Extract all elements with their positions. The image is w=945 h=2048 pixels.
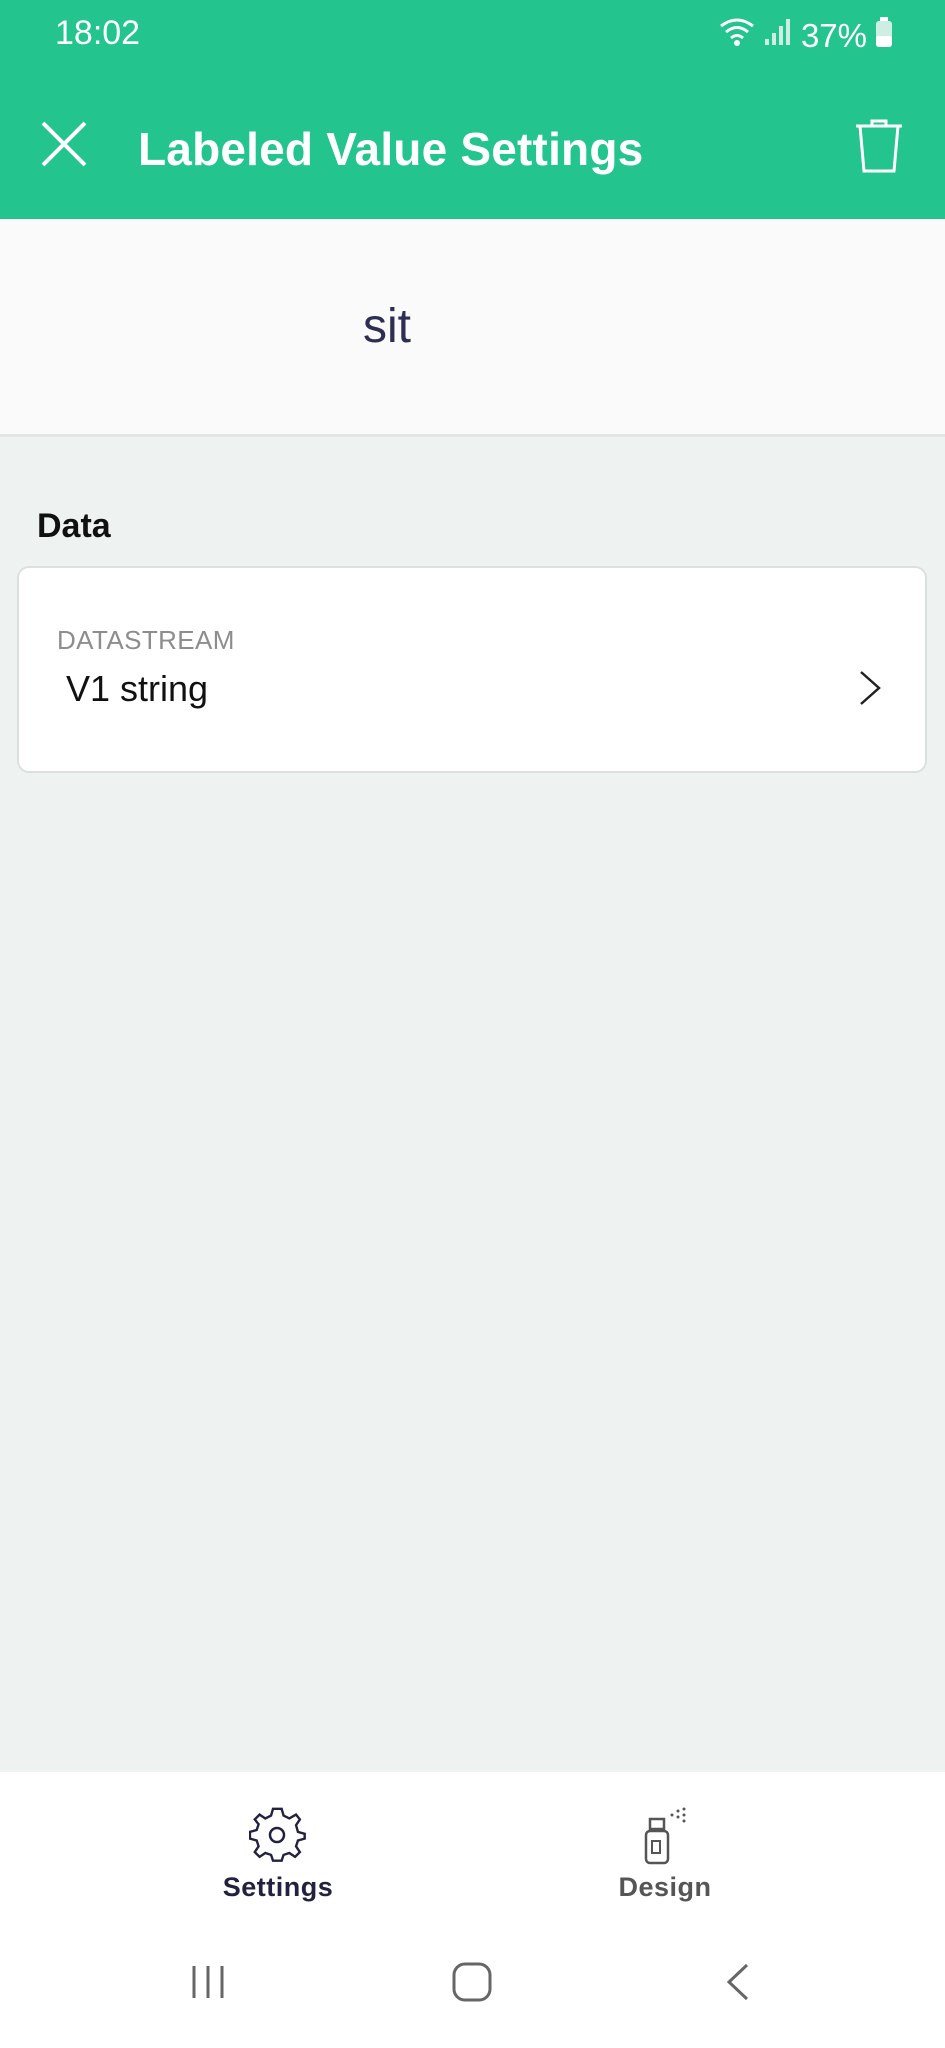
tab-design[interactable]: Design bbox=[565, 1772, 765, 1922]
back-button[interactable] bbox=[718, 1952, 758, 2012]
recent-apps-button[interactable] bbox=[185, 1952, 231, 2012]
home-icon bbox=[452, 1962, 492, 2002]
datastream-selector[interactable]: DATASTREAM V1 string bbox=[17, 566, 927, 773]
recent-apps-icon bbox=[192, 1966, 224, 1998]
datastream-value: V1 string bbox=[66, 668, 209, 709]
status-icons: 37% bbox=[719, 14, 893, 58]
delete-button[interactable] bbox=[851, 116, 907, 176]
spray-can-icon bbox=[635, 1806, 695, 1866]
datastream-caption: DATASTREAM bbox=[57, 625, 235, 655]
data-section-label: Data bbox=[37, 507, 111, 545]
back-icon bbox=[726, 1963, 749, 2001]
chevron-right-icon bbox=[860, 671, 881, 705]
bottom-nav: Settings Design bbox=[0, 1772, 945, 1922]
home-button[interactable] bbox=[448, 1952, 496, 2012]
preview-value: sit bbox=[363, 300, 411, 353]
tab-settings[interactable]: Settings bbox=[178, 1772, 378, 1922]
wifi-icon bbox=[719, 16, 755, 56]
tab-design-label: Design bbox=[618, 1872, 712, 1902]
gear-icon bbox=[248, 1806, 308, 1866]
trash-icon bbox=[856, 119, 902, 173]
signal-icon bbox=[763, 17, 793, 55]
status-time: 18:02 bbox=[55, 14, 141, 52]
app-header: 18:02 37% Labeled Value Settings bbox=[0, 0, 945, 219]
system-nav-bar bbox=[0, 1922, 945, 2048]
battery-icon bbox=[875, 16, 893, 56]
close-icon bbox=[41, 121, 87, 167]
tab-settings-label: Settings bbox=[222, 1872, 334, 1902]
close-button[interactable] bbox=[38, 118, 90, 170]
battery-percent: 37% bbox=[800, 17, 867, 54]
page-title: Labeled Value Settings bbox=[138, 123, 644, 175]
widget-preview: sit bbox=[0, 219, 945, 437]
